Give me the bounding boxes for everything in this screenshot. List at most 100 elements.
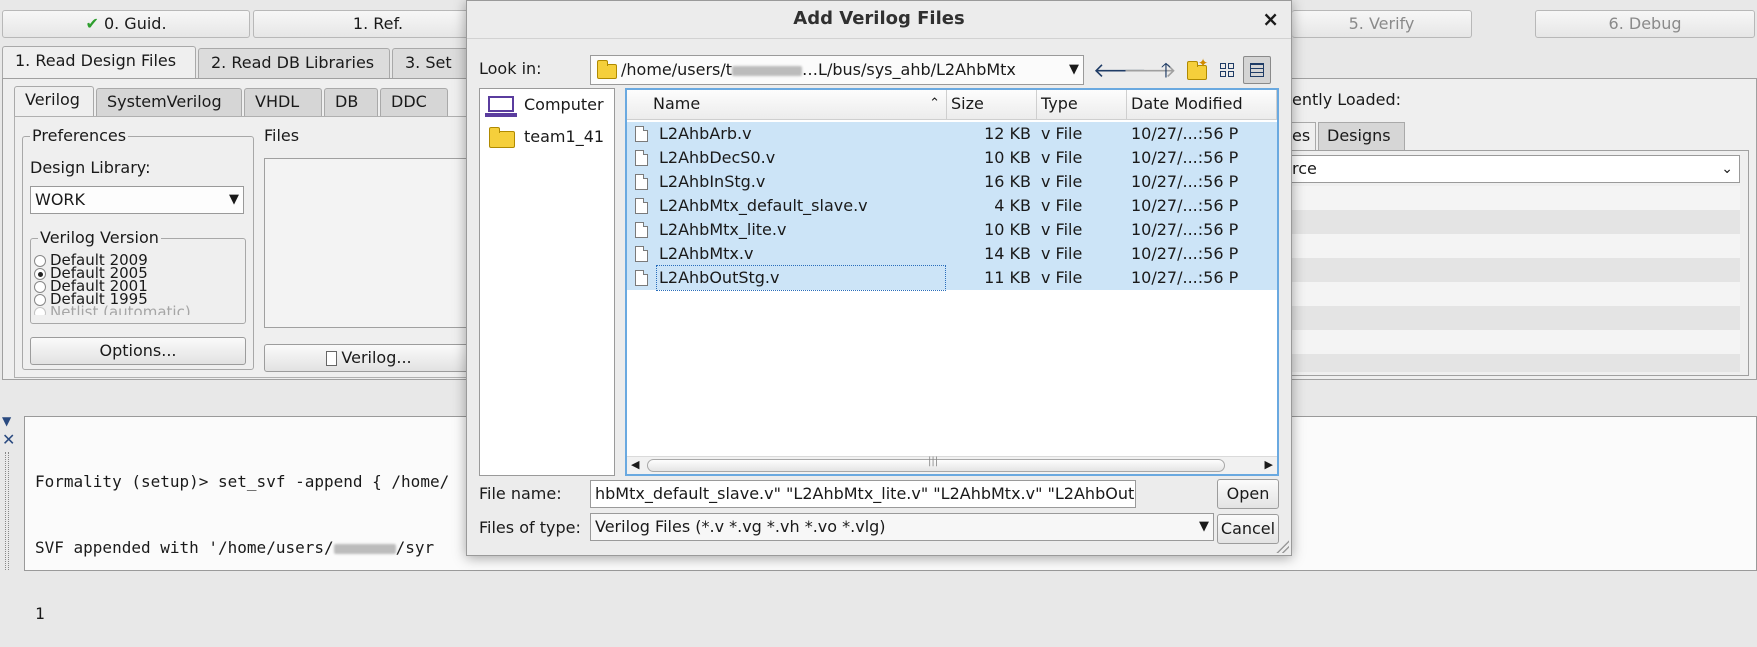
collapse-arrow-icon[interactable]: ▼ [2,414,11,428]
console-line-2-text: SVF appended with '/home/users/ [35,538,334,557]
tab-libraries-label: es [1292,126,1311,145]
tab-read-design-files[interactable]: 1. Read Design Files [2,46,196,78]
verilog-version-title: Verilog Version [38,228,161,247]
file-icon [635,222,648,238]
step-tab-verify[interactable]: 5. Verify [1292,10,1472,38]
cancel-button[interactable]: Cancel [1217,514,1279,544]
file-name: L2AhbMtx_lite.v [659,220,787,239]
list-view-icon[interactable] [1215,58,1239,82]
design-library-combo[interactable]: WORK ▼ [30,186,244,214]
version-netlist-radio: Netlist (automatic) [34,305,191,315]
file-type: v File [1041,196,1083,215]
files-of-type-combo[interactable]: Verilog Files (*.v *.vg *.vh *.vo *.vlg)… [590,513,1214,541]
file-date: 10/27/...:56 P [1131,148,1239,167]
subtab-db[interactable]: DB [324,88,378,116]
currently-loaded-label: ently Loaded: [1292,90,1402,109]
file-name-label-text: File name: [479,484,562,503]
column-header-type[interactable]: Type [1037,90,1127,120]
resize-grip-icon[interactable] [1275,539,1289,553]
source-combo[interactable]: rce ⌄ [1292,155,1740,183]
file-row[interactable]: L2AhbDecS0.v 10 KB v File 10/27/...:56 P [627,146,1277,170]
horizontal-scrollbar[interactable]: ◀ ||| ▶ [627,456,1277,474]
subtab-ddc[interactable]: DDC [380,88,448,116]
files-label: Files [264,126,300,145]
file-size: 4 KB [994,196,1031,215]
file-name: L2AhbMtx_default_slave.v [659,196,868,215]
new-folder-icon[interactable]: ✦ [1185,56,1211,81]
details-view-icon[interactable] [1243,56,1271,84]
file-type: v File [1041,124,1083,143]
verilog-button-label: Verilog... [341,348,412,367]
look-in-combo[interactable]: /home/users/t …L/bus/sys_ahb/L2AhbMtx ▼ [590,55,1084,85]
file-icon [635,270,648,286]
column-header-date-label: Date Modified [1131,94,1243,113]
file-name-input[interactable]: hbMtx_default_slave.v" "L2AhbMtx_lite.v"… [590,480,1136,508]
file-date: 10/27/...:56 P [1131,244,1239,263]
computer-icon [488,96,514,112]
scroll-left-icon[interactable]: ◀ [631,458,639,471]
list-view-square [1228,63,1234,69]
list-stripe [1292,258,1740,282]
open-button[interactable]: Open [1217,479,1279,509]
path-end: …L/bus/sys_ahb/L2AhbMtx [802,60,1016,79]
file-type: v File [1041,172,1083,191]
options-button[interactable]: Options... [30,337,246,365]
tab-read-db-libraries-label: 2. Read DB Libraries [211,53,375,72]
file-icon [635,174,648,190]
files-list-box[interactable] [264,158,474,328]
version-netlist-label: Netlist (automatic) [50,305,191,315]
file-row[interactable]: L2AhbInStg.v 16 KB v File 10/27/...:56 P [627,170,1277,194]
step-tab-debug[interactable]: 6. Debug [1535,10,1755,38]
place-team1-41-label: team1_41 [524,127,605,146]
close-icon[interactable]: × [1262,7,1279,31]
list-view-square [1220,63,1226,69]
file-row[interactable]: L2AhbOutStg.v 11 KB v File 10/27/...:56 … [627,265,1277,291]
step-tab-guidance[interactable]: ✔ 0. Guid. [2,10,250,38]
console-grip[interactable] [5,452,9,570]
preferences-title: Preferences [30,126,129,145]
tab-designs-label: Designs [1327,126,1391,145]
radio-disabled-icon [34,306,46,315]
file-type: v File [1041,244,1083,263]
column-header-name[interactable]: Name ⌃ [627,90,947,120]
file-size: 10 KB [984,220,1031,239]
places-panel: Computer team1_41 [479,88,615,476]
subtab-db-label: DB [335,92,359,111]
place-team1-41[interactable]: team1_41 [480,123,614,153]
place-computer[interactable]: Computer [480,91,614,121]
column-header-size[interactable]: Size [947,90,1037,120]
sort-ascending-icon: ⌃ [929,96,940,111]
up-folder-icon[interactable]: 🡑 [1153,57,1179,83]
version-1995-radio[interactable]: Default 1995 [34,292,148,307]
file-icon [635,246,648,262]
file-name: L2AhbDecS0.v [659,148,776,167]
details-view-lines [1250,63,1264,77]
close-console-icon[interactable]: ✕ [2,430,15,449]
file-row[interactable]: L2AhbMtx_default_slave.v 4 KB v File 10/… [627,194,1277,218]
file-list[interactable]: Name ⌃ Size Type Date Modified L2AhbArb.… [625,88,1279,476]
back-icon[interactable]: 🡐 [1093,57,1147,83]
tab-libraries[interactable]: es [1292,122,1316,150]
scrollbar-thumb[interactable]: ||| [647,456,1225,472]
subtab-systemverilog[interactable]: SystemVerilog [96,88,242,116]
column-header-date[interactable]: Date Modified [1127,90,1277,120]
subtab-ddc-label: DDC [391,92,427,111]
loaded-list[interactable] [1292,186,1740,372]
file-row[interactable]: L2AhbArb.v 12 KB v File 10/27/...:56 P [627,122,1277,146]
file-name: L2AhbInStg.v [659,172,766,191]
forward-icon[interactable]: 🡒 [1123,57,1177,83]
scroll-right-icon[interactable]: ▶ [1265,458,1273,471]
tab-designs[interactable]: Designs [1318,122,1405,150]
file-name: L2AhbMtx.v [659,244,754,263]
file-row[interactable]: L2AhbMtx.v 14 KB v File 10/27/...:56 P [627,242,1277,266]
verilog-button[interactable]: Verilog... [264,344,474,372]
file-icon [635,150,648,166]
redacted-text [333,543,396,554]
verilog-file-icon [326,351,338,366]
file-row[interactable]: L2AhbMtx_lite.v 10 KB v File 10/27/...:5… [627,218,1277,242]
tab-read-db-libraries[interactable]: 2. Read DB Libraries [198,48,390,78]
tab-set-top[interactable]: 3. Set T [392,48,472,100]
subtab-verilog[interactable]: Verilog [14,86,94,117]
subtab-vhdl[interactable]: VHDL [244,88,322,116]
file-date: 10/27/...:56 P [1131,196,1239,215]
